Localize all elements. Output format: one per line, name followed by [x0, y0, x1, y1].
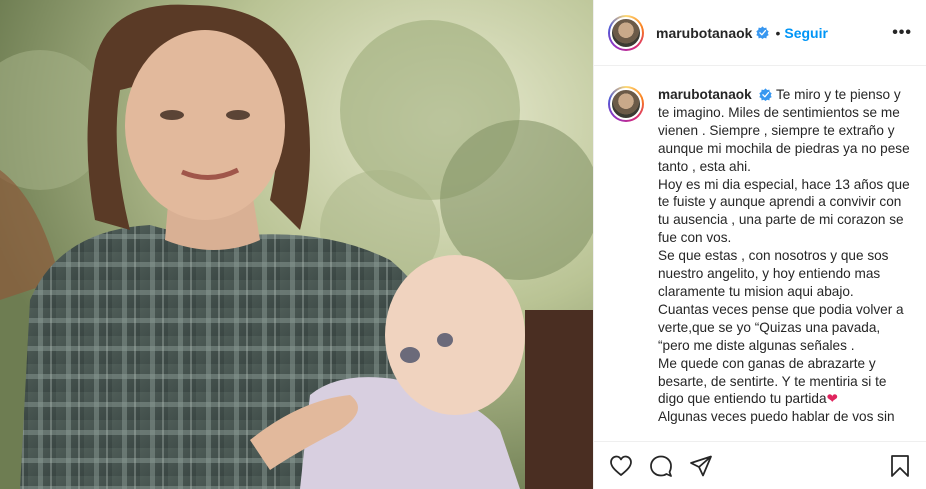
post-header: marubotanaok • Seguir •••	[594, 0, 926, 66]
heart-emoji: ❤	[826, 391, 838, 407]
avatar[interactable]	[610, 16, 642, 49]
separator-dot: •	[775, 24, 781, 41]
like-button[interactable]	[608, 453, 634, 479]
caption-avatar-ring[interactable]	[608, 86, 644, 122]
follow-button[interactable]: Seguir	[784, 25, 828, 41]
paper-plane-icon	[690, 455, 712, 476]
photo-illustration	[0, 0, 593, 489]
post-photo[interactable]	[0, 0, 593, 489]
caption-verified-badge-icon	[759, 88, 773, 101]
comment-bubble-icon	[650, 455, 672, 477]
comment-button[interactable]	[648, 453, 674, 479]
save-button[interactable]	[887, 453, 913, 479]
caption-text: marubotanaok Te miro y te pienso y te im…	[658, 86, 913, 426]
author-username[interactable]: marubotanaok	[656, 25, 752, 41]
author-avatar-ring[interactable]	[608, 14, 644, 51]
caption-body: Te miro y te pienso y te imagino. Miles …	[658, 87, 910, 407]
verified-badge-icon	[756, 26, 770, 39]
more-options-icon[interactable]: •••	[892, 24, 912, 41]
comments-section[interactable]: marubotanaok Te miro y te pienso y te im…	[594, 66, 926, 440]
action-bar	[594, 441, 926, 489]
bookmark-icon	[891, 454, 909, 477]
share-button[interactable]	[688, 453, 714, 479]
caption-username[interactable]: marubotanaok	[658, 87, 752, 102]
post-side-panel: marubotanaok • Seguir ••• marubotanaok T…	[593, 0, 926, 489]
caption-avatar[interactable]	[610, 88, 642, 120]
heart-outline-icon	[610, 455, 632, 476]
caption-row: marubotanaok Te miro y te pienso y te im…	[608, 86, 913, 426]
caption-body-continued: Algunas veces puedo hablar de vos sin	[658, 409, 895, 425]
